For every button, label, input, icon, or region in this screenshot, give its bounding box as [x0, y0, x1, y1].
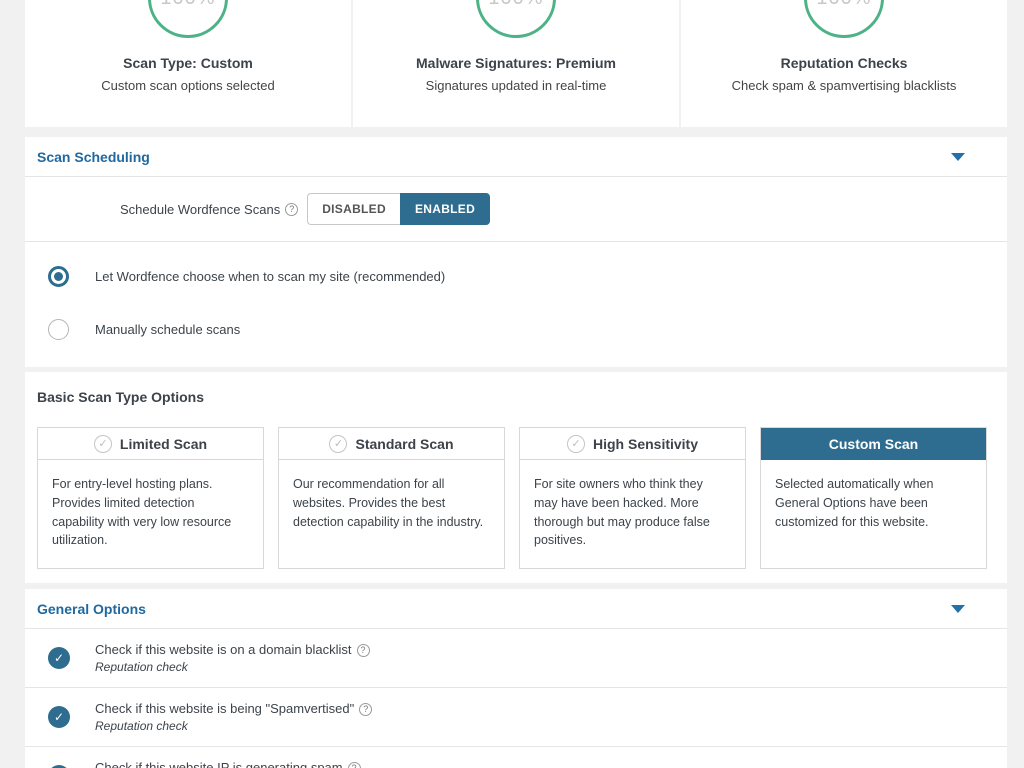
chevron-down-icon[interactable]: [951, 153, 965, 161]
radio-selected-icon[interactable]: [48, 266, 69, 287]
progress-ring: 100%: [148, 0, 228, 38]
scan-options-page: 100% Scan Type: Custom Custom scan optio…: [25, 0, 1007, 768]
checkbox-checked-icon[interactable]: ✓: [48, 706, 70, 728]
summary-title: Malware Signatures: Premium: [353, 55, 679, 71]
progress-ring: 100%: [476, 0, 556, 38]
option-text: Check if this website IP is generating s…: [95, 760, 361, 768]
scan-type-card-description: Our recommendation for all websites. Pro…: [279, 460, 504, 549]
scan-type-card-title: Custom Scan: [829, 436, 918, 452]
scan-type-card-description: Selected automatically when General Opti…: [761, 460, 986, 549]
scan-type-card-limited[interactable]: ✓ Limited Scan For entry-level hosting p…: [37, 427, 264, 569]
radio-row-auto-schedule[interactable]: Let Wordfence choose when to scan my sit…: [25, 255, 1007, 298]
scan-type-card-header[interactable]: ✓ Limited Scan: [38, 428, 263, 460]
radio-row-manual-schedule[interactable]: Manually schedule scans: [25, 308, 1007, 351]
option-label-text: Check if this website is being "Spamvert…: [95, 701, 354, 716]
disabled-button[interactable]: DISABLED: [307, 193, 400, 225]
chevron-down-icon[interactable]: [951, 605, 965, 613]
check-circle-icon: ✓: [329, 435, 347, 453]
option-row-ip-generating-spam: ✓ Check if this website IP is generating…: [25, 747, 1007, 768]
scan-type-card-high-sensitivity[interactable]: ✓ High Sensitivity For site owners who t…: [519, 427, 746, 569]
option-label: Check if this website IP is generating s…: [95, 760, 361, 768]
help-icon[interactable]: ?: [285, 203, 298, 216]
radio-label: Manually schedule scans: [95, 322, 240, 337]
option-text: Check if this website is being "Spamvert…: [95, 701, 372, 733]
scan-type-card-title: High Sensitivity: [593, 436, 698, 452]
general-options-header[interactable]: General Options: [25, 589, 1007, 629]
summary-subtitle: Custom scan options selected: [25, 78, 351, 93]
scan-type-grid: ✓ Limited Scan For entry-level hosting p…: [37, 427, 987, 569]
scan-type-card-standard[interactable]: ✓ Standard Scan Our recommendation for a…: [278, 427, 505, 569]
general-options-section: General Options ✓ Check if this website …: [25, 589, 1007, 768]
progress-ring: 100%: [804, 0, 884, 38]
summary-subtitle: Signatures updated in real-time: [353, 78, 679, 93]
option-sublabel: Reputation check: [95, 719, 372, 733]
check-circle-icon: ✓: [94, 435, 112, 453]
option-label-text: Check if this website is on a domain bla…: [95, 642, 352, 657]
scan-type-card-header[interactable]: ✓ Standard Scan: [279, 428, 504, 460]
section-title: General Options: [37, 601, 146, 617]
summary-card-reputation-checks: 100% Reputation Checks Check spam & spam…: [681, 0, 1007, 127]
help-icon[interactable]: ?: [359, 703, 372, 716]
basic-scan-type-section: Basic Scan Type Options ✓ Limited Scan F…: [25, 372, 1007, 583]
scan-type-card-custom[interactable]: Custom Scan Selected automatically when …: [760, 427, 987, 569]
scan-scheduling-section: Scan Scheduling Schedule Wordfence Scans…: [25, 137, 1007, 367]
progress-percent: 100%: [488, 0, 543, 10]
option-sublabel: Reputation check: [95, 660, 370, 674]
schedule-toggle-label: Schedule Wordfence Scans: [120, 202, 280, 217]
check-circle-icon: ✓: [567, 435, 585, 453]
checkbox-checked-icon[interactable]: ✓: [48, 647, 70, 669]
basic-scan-type-title: Basic Scan Type Options: [37, 389, 987, 405]
option-label: Check if this website is being "Spamvert…: [95, 701, 372, 716]
summary-title: Scan Type: Custom: [25, 55, 351, 71]
help-icon[interactable]: ?: [357, 644, 370, 657]
schedule-toggle-row: Schedule Wordfence Scans ? DISABLED ENAB…: [25, 177, 1007, 242]
scan-type-card-description: For entry-level hosting plans. Provides …: [38, 460, 263, 568]
section-title: Scan Scheduling: [37, 149, 150, 165]
summary-title: Reputation Checks: [681, 55, 1007, 71]
scan-type-card-title: Limited Scan: [120, 436, 207, 452]
scan-summary-row: 100% Scan Type: Custom Custom scan optio…: [25, 0, 1007, 127]
summary-card-scan-type: 100% Scan Type: Custom Custom scan optio…: [25, 0, 351, 127]
option-label: Check if this website is on a domain bla…: [95, 642, 370, 657]
scan-type-card-title: Standard Scan: [355, 436, 453, 452]
summary-subtitle: Check spam & spamvertising blacklists: [681, 78, 1007, 93]
radio-label: Let Wordfence choose when to scan my sit…: [95, 269, 445, 284]
enabled-button[interactable]: ENABLED: [400, 193, 490, 225]
summary-card-malware-signatures: 100% Malware Signatures: Premium Signatu…: [353, 0, 679, 127]
option-row-spamvertised: ✓ Check if this website is being "Spamve…: [25, 688, 1007, 747]
option-text: Check if this website is on a domain bla…: [95, 642, 370, 674]
scan-type-card-header[interactable]: ✓ High Sensitivity: [520, 428, 745, 460]
progress-percent: 100%: [816, 0, 871, 10]
option-row-domain-blacklist: ✓ Check if this website is on a domain b…: [25, 629, 1007, 688]
scan-scheduling-header[interactable]: Scan Scheduling: [25, 137, 1007, 177]
radio-unselected-icon[interactable]: [48, 319, 69, 340]
progress-percent: 100%: [160, 0, 215, 10]
scan-type-card-header-active[interactable]: Custom Scan: [761, 428, 986, 460]
radio-dot: [54, 272, 63, 281]
schedule-mode-options: Let Wordfence choose when to scan my sit…: [25, 242, 1007, 367]
option-label-text: Check if this website IP is generating s…: [95, 760, 343, 768]
help-icon[interactable]: ?: [348, 762, 361, 768]
schedule-segmented-toggle: DISABLED ENABLED: [307, 193, 490, 225]
scan-type-card-description: For site owners who think they may have …: [520, 460, 745, 568]
